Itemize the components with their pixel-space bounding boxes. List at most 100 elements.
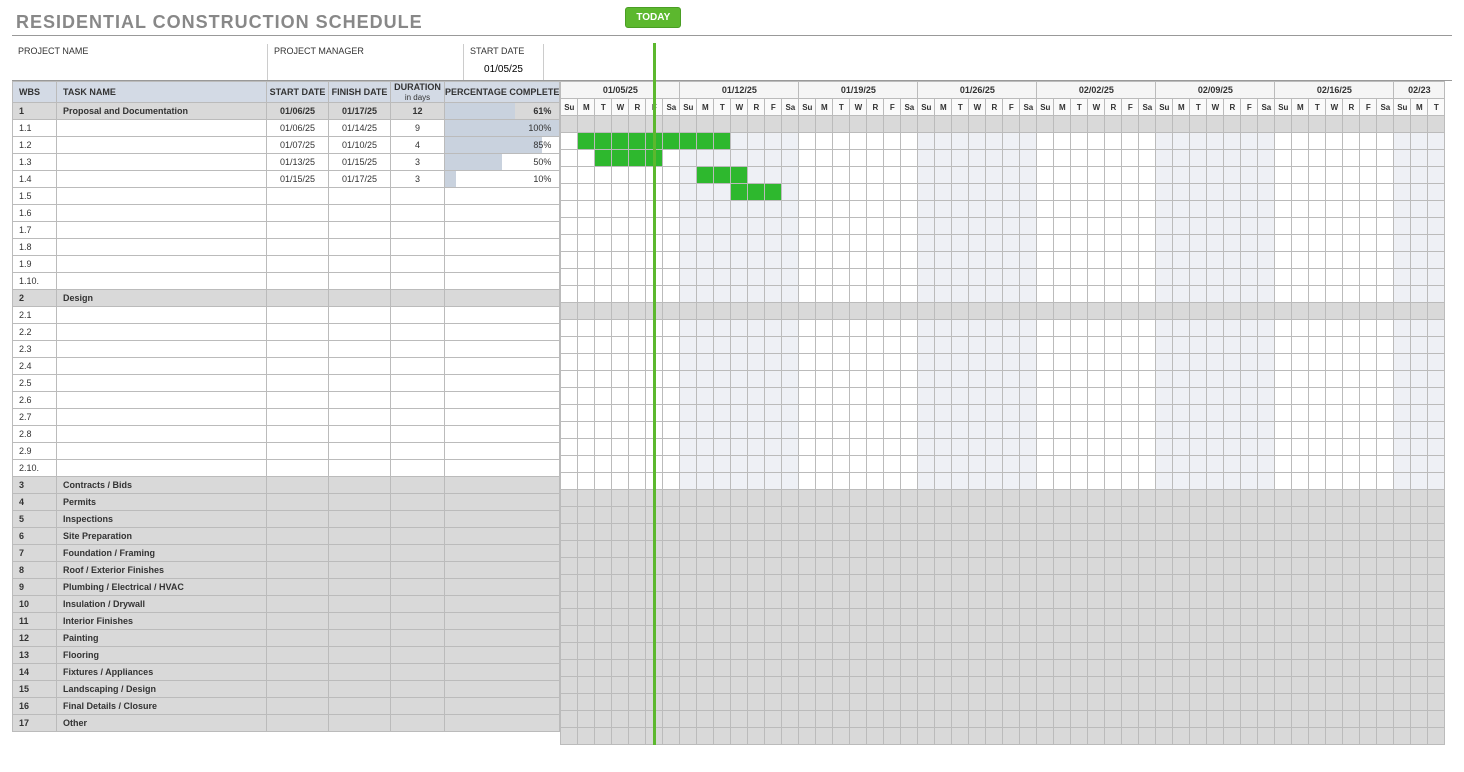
task-cell[interactable]: [57, 205, 267, 222]
finish-cell[interactable]: [329, 341, 391, 358]
finish-cell[interactable]: [329, 494, 391, 511]
wbs-cell[interactable]: 14: [13, 664, 57, 681]
duration-cell[interactable]: 12: [391, 103, 445, 120]
duration-cell[interactable]: [391, 358, 445, 375]
table-row[interactable]: 16Final Details / Closure: [13, 698, 560, 715]
table-row[interactable]: 14Fixtures / Appliances: [13, 664, 560, 681]
task-cell[interactable]: [57, 273, 267, 290]
duration-cell[interactable]: [391, 273, 445, 290]
start-cell[interactable]: [267, 613, 329, 630]
start-cell[interactable]: [267, 579, 329, 596]
table-row[interactable]: 1.8: [13, 239, 560, 256]
task-cell[interactable]: [57, 426, 267, 443]
task-cell[interactable]: [57, 307, 267, 324]
percentage-cell[interactable]: [445, 273, 560, 290]
task-cell[interactable]: [57, 460, 267, 477]
finish-cell[interactable]: [329, 239, 391, 256]
percentage-cell[interactable]: [445, 613, 560, 630]
table-row[interactable]: 1.101/06/2501/14/259100%: [13, 120, 560, 137]
task-cell[interactable]: Interior Finishes: [57, 613, 267, 630]
table-row[interactable]: 9Plumbing / Electrical / HVAC: [13, 579, 560, 596]
finish-cell[interactable]: [329, 290, 391, 307]
table-row[interactable]: 12Painting: [13, 630, 560, 647]
wbs-cell[interactable]: 2.9: [13, 443, 57, 460]
wbs-cell[interactable]: 15: [13, 681, 57, 698]
duration-cell[interactable]: [391, 545, 445, 562]
duration-cell[interactable]: [391, 341, 445, 358]
task-cell[interactable]: Landscaping / Design: [57, 681, 267, 698]
percentage-cell[interactable]: [445, 341, 560, 358]
percentage-cell[interactable]: [445, 630, 560, 647]
finish-cell[interactable]: [329, 647, 391, 664]
finish-cell[interactable]: [329, 256, 391, 273]
task-cell[interactable]: [57, 120, 267, 137]
start-cell[interactable]: [267, 460, 329, 477]
task-cell[interactable]: [57, 409, 267, 426]
wbs-cell[interactable]: 2.6: [13, 392, 57, 409]
percentage-cell[interactable]: [445, 375, 560, 392]
table-row[interactable]: 11Interior Finishes: [13, 613, 560, 630]
table-row[interactable]: 1.6: [13, 205, 560, 222]
table-row[interactable]: 5Inspections: [13, 511, 560, 528]
duration-cell[interactable]: [391, 324, 445, 341]
start-cell[interactable]: [267, 647, 329, 664]
percentage-cell[interactable]: [445, 205, 560, 222]
wbs-cell[interactable]: 1.1: [13, 120, 57, 137]
percentage-cell[interactable]: [445, 443, 560, 460]
finish-cell[interactable]: [329, 664, 391, 681]
duration-cell[interactable]: [391, 494, 445, 511]
percentage-cell[interactable]: 61%: [445, 103, 560, 120]
duration-cell[interactable]: 3: [391, 154, 445, 171]
finish-cell[interactable]: [329, 358, 391, 375]
duration-cell[interactable]: [391, 613, 445, 630]
wbs-cell[interactable]: 2.7: [13, 409, 57, 426]
duration-cell[interactable]: [391, 256, 445, 273]
task-cell[interactable]: [57, 171, 267, 188]
percentage-cell[interactable]: [445, 460, 560, 477]
percentage-cell[interactable]: [445, 511, 560, 528]
task-cell[interactable]: [57, 443, 267, 460]
start-cell[interactable]: 01/13/25: [267, 154, 329, 171]
finish-cell[interactable]: [329, 273, 391, 290]
finish-cell[interactable]: [329, 205, 391, 222]
project-name-input[interactable]: [12, 58, 267, 80]
task-cell[interactable]: [57, 239, 267, 256]
table-row[interactable]: 2.8: [13, 426, 560, 443]
percentage-cell[interactable]: [445, 256, 560, 273]
duration-cell[interactable]: [391, 392, 445, 409]
task-cell[interactable]: Insulation / Drywall: [57, 596, 267, 613]
table-row[interactable]: 17Other: [13, 715, 560, 732]
wbs-cell[interactable]: 1.6: [13, 205, 57, 222]
finish-cell[interactable]: [329, 715, 391, 732]
wbs-cell[interactable]: 5: [13, 511, 57, 528]
table-row[interactable]: 1Proposal and Documentation01/06/2501/17…: [13, 103, 560, 120]
wbs-cell[interactable]: 6: [13, 528, 57, 545]
wbs-cell[interactable]: 11: [13, 613, 57, 630]
finish-cell[interactable]: [329, 596, 391, 613]
wbs-cell[interactable]: 1.2: [13, 137, 57, 154]
finish-cell[interactable]: [329, 698, 391, 715]
percentage-cell[interactable]: [445, 596, 560, 613]
duration-cell[interactable]: [391, 630, 445, 647]
percentage-cell[interactable]: [445, 290, 560, 307]
task-cell[interactable]: Roof / Exterior Finishes: [57, 562, 267, 579]
duration-cell[interactable]: [391, 681, 445, 698]
percentage-cell[interactable]: [445, 222, 560, 239]
finish-cell[interactable]: [329, 528, 391, 545]
table-row[interactable]: 1.7: [13, 222, 560, 239]
task-cell[interactable]: Permits: [57, 494, 267, 511]
duration-cell[interactable]: [391, 579, 445, 596]
wbs-cell[interactable]: 1.7: [13, 222, 57, 239]
task-cell[interactable]: [57, 222, 267, 239]
start-cell[interactable]: 01/15/25: [267, 171, 329, 188]
table-row[interactable]: 1.10.: [13, 273, 560, 290]
task-cell[interactable]: Flooring: [57, 647, 267, 664]
finish-cell[interactable]: 01/14/25: [329, 120, 391, 137]
wbs-cell[interactable]: 7: [13, 545, 57, 562]
finish-cell[interactable]: [329, 222, 391, 239]
table-row[interactable]: 2.7: [13, 409, 560, 426]
task-cell[interactable]: Fixtures / Appliances: [57, 664, 267, 681]
duration-cell[interactable]: [391, 596, 445, 613]
duration-cell[interactable]: [391, 188, 445, 205]
table-row[interactable]: 15Landscaping / Design: [13, 681, 560, 698]
